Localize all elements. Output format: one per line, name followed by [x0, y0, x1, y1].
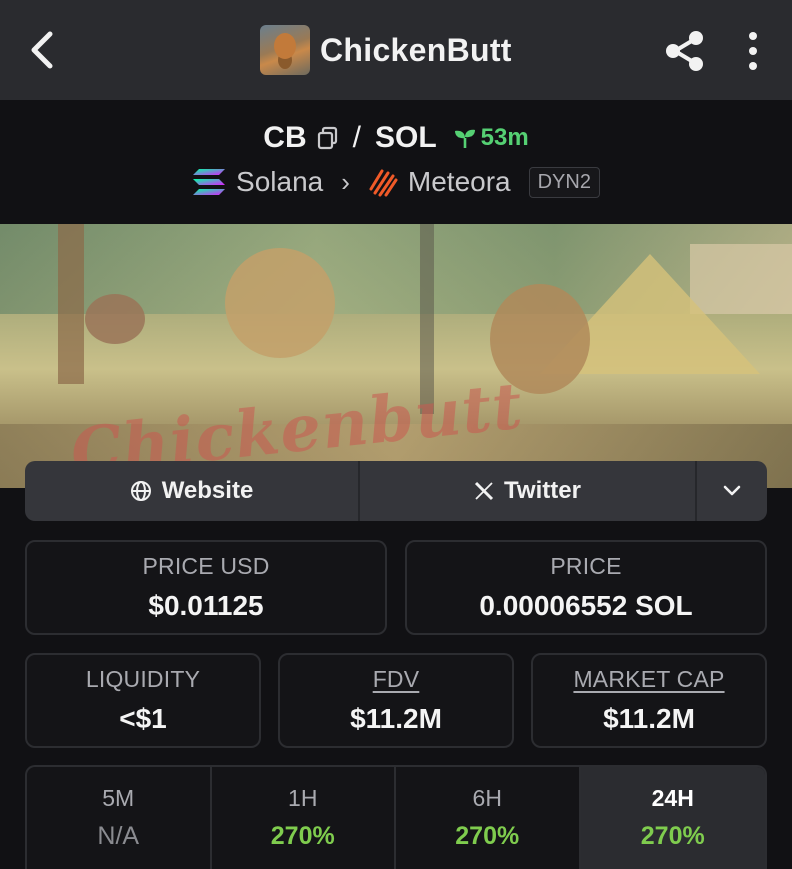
x-logo-icon: [474, 481, 494, 501]
chain-link[interactable]: Solana: [236, 166, 323, 198]
chevron-right-icon: ›: [341, 166, 350, 197]
timeframe-tabs: 5M N/A 1H 270% 6H 270% 24H 270%: [25, 765, 767, 869]
twitter-label: Twitter: [504, 477, 581, 504]
market-cap-label[interactable]: MARKET CAP: [573, 666, 724, 693]
more-vertical-icon: [749, 32, 757, 40]
share-button[interactable]: [662, 28, 708, 74]
price-usd-card: PRICE USD $0.01125: [25, 540, 387, 635]
back-button[interactable]: [22, 28, 62, 72]
liquidity-value: <$1: [119, 703, 167, 734]
dex-version-badge: DYN2: [528, 166, 600, 198]
fdv-card[interactable]: FDV $11.2M: [278, 653, 514, 748]
website-button[interactable]: Website: [25, 461, 360, 521]
price-change-value: N/A: [97, 822, 140, 850]
more-dot: [749, 62, 757, 70]
dex-link[interactable]: Meteora: [408, 166, 511, 198]
chevron-down-icon: [723, 485, 741, 496]
pair-header: CB / SOL 53m Solana › Meteora DYN2: [0, 100, 792, 224]
share-icon: [666, 31, 703, 71]
twitter-button[interactable]: Twitter: [360, 461, 697, 521]
market-cap-card[interactable]: MARKET CAP $11.2M: [531, 653, 767, 748]
price-native-card: PRICE 0.00006552 SOL: [405, 540, 767, 635]
banner-chicken: [85, 294, 145, 344]
social-links-bar: Website Twitter: [25, 461, 767, 521]
token-title: ChickenButt: [260, 24, 512, 76]
fdv-value: $11.2M: [350, 703, 442, 734]
price-change-value: 270%: [640, 822, 705, 850]
chain-row: Solana › Meteora DYN2: [0, 162, 792, 202]
pair-quote-symbol: SOL: [374, 121, 437, 154]
pair-base-symbol: CB: [263, 121, 307, 154]
fdv-label[interactable]: FDV: [373, 666, 420, 693]
price-usd-label: PRICE USD: [142, 553, 270, 579]
token-avatar: [260, 25, 310, 75]
price-usd-value: $0.01125: [148, 590, 264, 621]
solana-icon: [193, 169, 226, 195]
price-native-value: 0.00006552 SOL: [479, 590, 693, 621]
token-banner-image: Chickenbutt: [0, 224, 792, 488]
copy-icon[interactable]: [317, 126, 339, 150]
banner-chicken: [225, 248, 335, 358]
globe-icon: [130, 481, 151, 501]
more-dot: [749, 47, 757, 55]
market-cap-value: $11.2M: [603, 703, 695, 734]
tab-label: 24H: [651, 785, 694, 811]
more-links-button[interactable]: [697, 461, 767, 521]
price-change-value: 270%: [455, 822, 520, 850]
tab-label: 1H: [288, 785, 318, 811]
seedling-icon: [454, 129, 475, 148]
meteora-icon: [369, 169, 398, 197]
chevron-left-icon: [31, 31, 53, 69]
pair-separator: /: [352, 121, 361, 154]
website-label: Website: [161, 477, 254, 504]
price-native-label: PRICE: [550, 553, 622, 579]
liquidity-card: LIQUIDITY <$1: [25, 653, 261, 748]
pair-age-text: 53m: [480, 124, 529, 151]
price-change-value: 270%: [270, 822, 335, 850]
tab-6h[interactable]: 6H 270%: [396, 767, 581, 869]
liquidity-label: LIQUIDITY: [85, 666, 201, 692]
more-options-button[interactable]: [738, 28, 768, 74]
banner-post: [58, 224, 84, 384]
pair-row: CB / SOL 53m: [0, 118, 792, 158]
pair-age: 53m: [453, 124, 529, 152]
page-title: ChickenButt: [320, 31, 512, 68]
tab-5m[interactable]: 5M N/A: [27, 767, 212, 869]
tab-label: 5M: [102, 785, 135, 811]
tab-label: 6H: [472, 785, 502, 811]
tab-1h[interactable]: 1H 270%: [212, 767, 396, 869]
app-bar: ChickenButt: [0, 0, 792, 100]
tab-24h[interactable]: 24H 270%: [580, 767, 765, 869]
